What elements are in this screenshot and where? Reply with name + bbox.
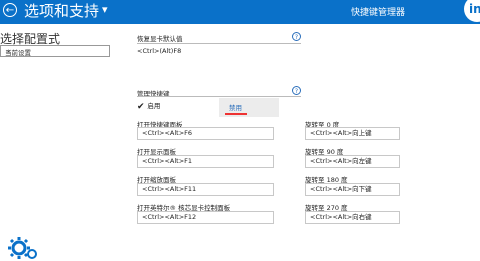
gear-icon (8, 237, 37, 259)
enable-option-popup[interactable]: 禁用 (219, 98, 279, 117)
rotation-field[interactable]: <Ctrl><Alt>向下键 (305, 183, 400, 196)
help-icon[interactable]: ? (292, 86, 301, 95)
rotation-field[interactable]: <Ctrl><Alt>向上键 (305, 127, 400, 140)
section-title: 快捷键管理器 (351, 8, 406, 18)
chevron-down-icon: ⌄ (5, 45, 12, 54)
back-arrow-icon[interactable]: ← (3, 3, 17, 17)
enabled-dropdown[interactable]: ✔ 启用 (137, 101, 160, 112)
divider (137, 96, 301, 97)
app-title[interactable]: 选项和支持 (24, 1, 99, 21)
profile-select[interactable]: 当前设置 ⌄ (0, 45, 110, 57)
check-icon: ✔ (137, 102, 145, 112)
disable-option[interactable]: 禁用 (229, 102, 242, 112)
chevron-down-icon[interactable]: ▾ (102, 3, 108, 16)
enabled-label: 启用 (147, 102, 161, 110)
restore-label: 恢复显卡默认值 (137, 35, 183, 43)
hotkey-field[interactable]: <Ctrl><Alt>F11 (137, 183, 274, 196)
hotkey-field[interactable]: <Ctrl><Alt>F6 (137, 127, 274, 140)
brand-text: int (469, 2, 480, 16)
hotkey-field[interactable]: <Ctrl><Alt>F1 (137, 155, 274, 168)
divider (137, 43, 301, 44)
option-underline (225, 113, 247, 115)
restore-value: <Ctrl>(Alt)F8 (137, 47, 182, 55)
rotation-field[interactable]: <Ctrl><Alt>向右键 (305, 211, 400, 224)
rotation-field[interactable]: <Ctrl><Alt>向左键 (305, 155, 400, 168)
hotkey-field[interactable]: <Ctrl><Alt>F12 (137, 211, 274, 224)
top-bar: ← 选项和支持 ▾ 快捷键管理器 int (0, 0, 480, 24)
intel-logo: int (464, 0, 480, 22)
help-icon[interactable]: ? (292, 32, 301, 41)
